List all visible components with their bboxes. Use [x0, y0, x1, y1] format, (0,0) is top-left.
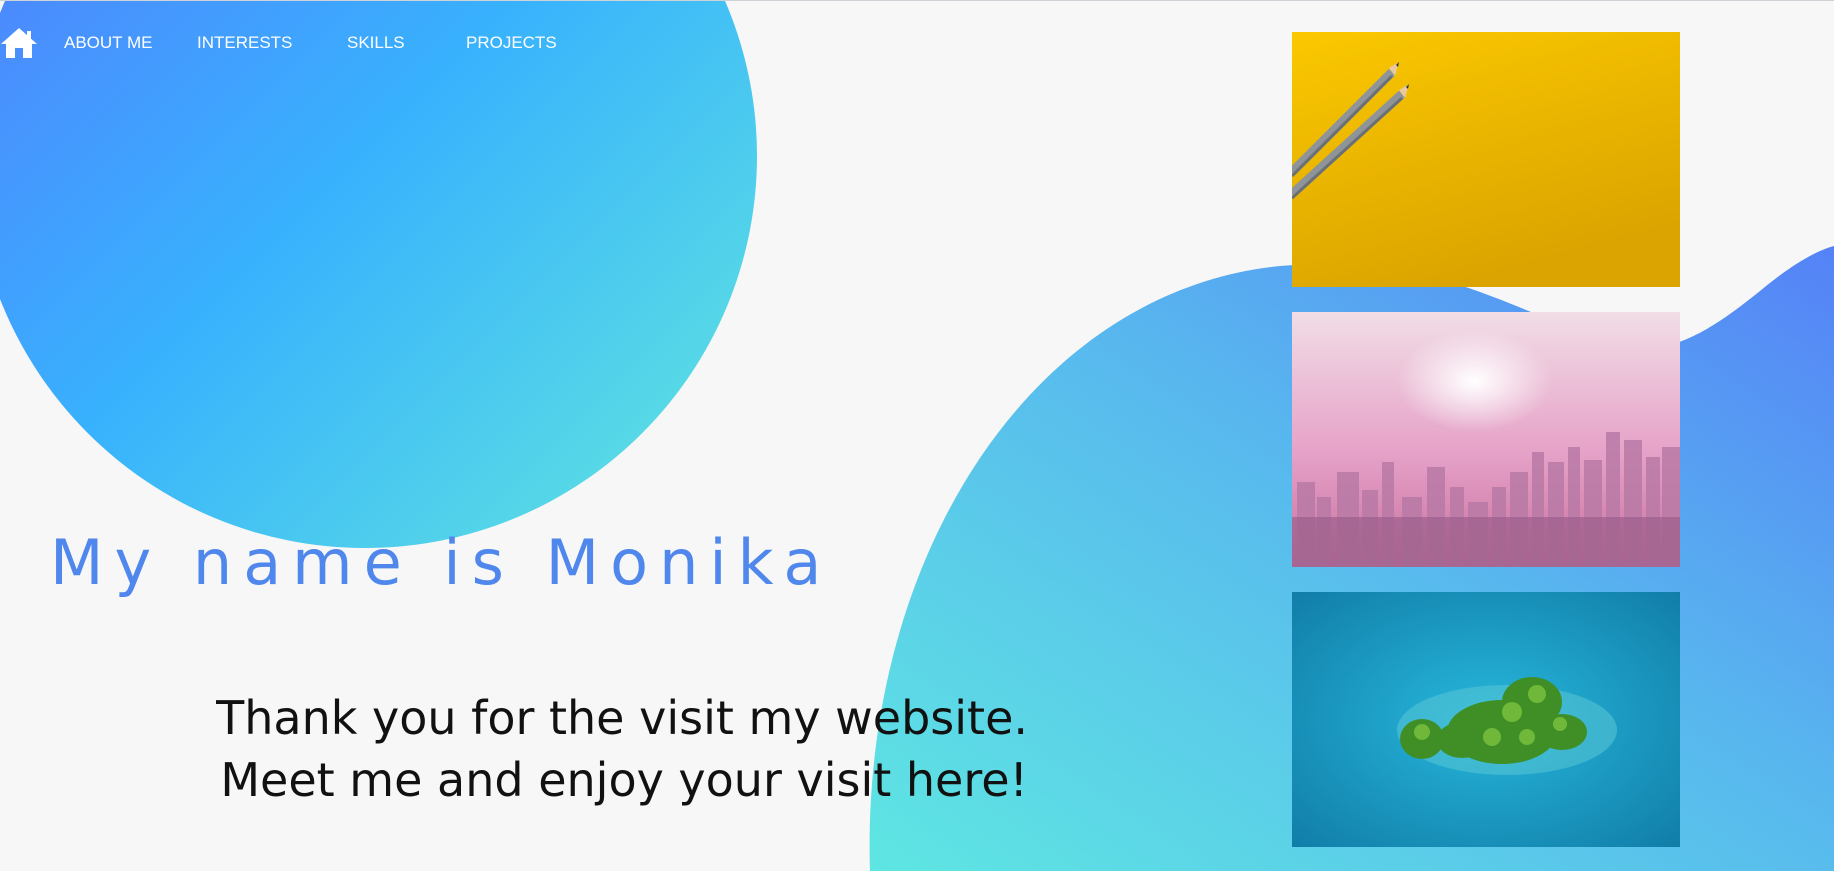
nav-interests[interactable]: INTERESTS [197, 33, 292, 53]
top-left-blob [0, 1, 757, 548]
top-nav: ABOUT ME INTERESTS SKILLS PROJECTS [0, 23, 600, 63]
nav-about-me[interactable]: ABOUT ME [64, 33, 152, 53]
island-image [1292, 592, 1680, 847]
page: ABOUT ME INTERESTS SKILLS PROJECTS My na… [0, 0, 1834, 871]
gallery-photo-island[interactable] [1292, 592, 1680, 847]
pencils-image [1292, 32, 1680, 287]
home-icon[interactable] [0, 26, 38, 60]
gallery-photo-pencils[interactable] [1292, 32, 1680, 287]
nav-skills[interactable]: SKILLS [347, 33, 405, 53]
city-image [1292, 312, 1680, 567]
hero-text: Thank you for the visit my website. Meet… [216, 691, 1028, 807]
hero-title: My name is Monika [50, 526, 833, 599]
gallery-photo-city[interactable] [1292, 312, 1680, 567]
nav-projects[interactable]: PROJECTS [466, 33, 557, 53]
